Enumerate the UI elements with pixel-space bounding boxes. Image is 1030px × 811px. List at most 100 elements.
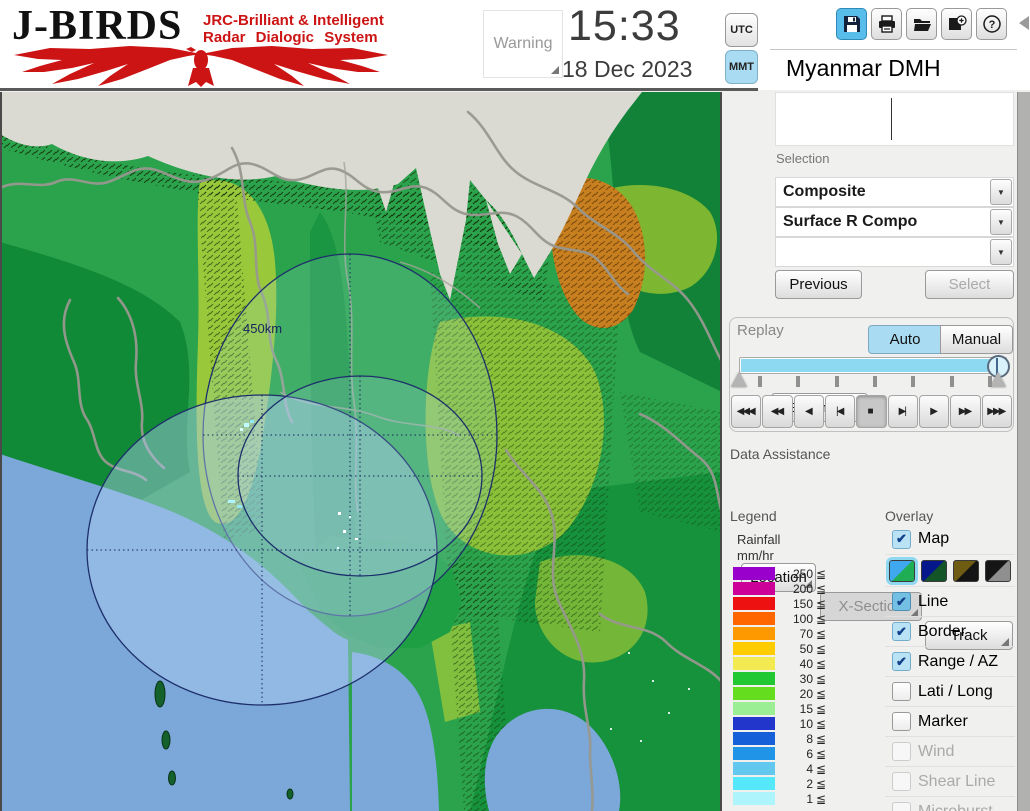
product-dropdown-value: Surface R Compo	[783, 213, 918, 230]
overlay-item-microburst: Microburst	[885, 796, 1015, 811]
legend-lte-symbol: ≦	[816, 746, 827, 761]
jbirds-app: J-BIRDS JRC-Brilliant & Intelligent Rada…	[0, 0, 1030, 811]
legend-row: 8 ≦	[733, 731, 826, 746]
save-icon	[843, 16, 860, 32]
site-info-box	[775, 92, 1014, 146]
legend-row: 200 ≦	[733, 581, 826, 596]
legend-scale: 250 ≦ 200 ≦ 150 ≦ 100 ≦ 70 ≦ 50 ≦ 40 ≦ 30 ≦ 20 ≦ 15 ≦ 10 ≦ 8 ≦ 6…	[733, 566, 826, 806]
step-back-button[interactable]: |◀	[824, 395, 856, 428]
map-style-black-gray[interactable]	[985, 559, 1011, 582]
print-button[interactable]	[871, 8, 902, 40]
legend-lte-symbol: ≦	[816, 716, 827, 731]
overlay-item-border[interactable]: ✔ Border	[885, 616, 1015, 646]
map-style-blue-green[interactable]	[886, 556, 918, 585]
checkbox[interactable]: ✔	[892, 622, 911, 641]
map-style-olive-black[interactable]	[953, 559, 979, 582]
radar-map[interactable]: 450km	[0, 92, 724, 811]
selection-label: Selection	[776, 151, 830, 166]
chevron-down-icon[interactable]: ▼	[990, 179, 1012, 205]
overlay-item-range-az[interactable]: ✔ Range / AZ	[885, 646, 1015, 676]
checkbox	[892, 742, 911, 761]
legend-lte-symbol: ≦	[816, 596, 827, 611]
panel-divider	[770, 49, 1017, 50]
legend-value: 20	[799, 686, 813, 701]
legend-row: 10 ≦	[733, 716, 826, 731]
print-icon	[878, 15, 895, 33]
right-splitter-bar[interactable]	[1017, 92, 1030, 811]
option-dropdown[interactable]: ▼	[775, 237, 1014, 267]
legend-lte-symbol: ≦	[816, 641, 827, 656]
chevron-down-icon[interactable]: ▼	[990, 209, 1012, 235]
checkbox[interactable]: ✔	[892, 529, 911, 549]
site-name: Myanmar DMH	[786, 55, 941, 81]
overlay-item-lati-long[interactable]: Lati / Long	[885, 676, 1015, 706]
legend-value: 1	[806, 791, 813, 806]
legend-lte-symbol: ≦	[816, 686, 827, 701]
chevron-down-icon[interactable]: ▼	[990, 239, 1012, 265]
replay-tick	[911, 376, 916, 387]
legend-lte-symbol: ≦	[816, 701, 827, 716]
help-button[interactable]: ?	[976, 8, 1007, 40]
replay-label: Replay	[737, 322, 784, 339]
replay-tick	[796, 376, 801, 387]
legend-color-swatch	[733, 612, 775, 625]
legend-row: 70 ≦	[733, 626, 826, 641]
select-button[interactable]: Select	[925, 270, 1014, 299]
fast-forward-button[interactable]: ▶▶	[950, 395, 981, 428]
utc-button[interactable]: UTC	[725, 13, 758, 47]
checkbox[interactable]: ✔	[892, 592, 911, 611]
legend-row: 6 ≦	[733, 746, 826, 761]
manual-button[interactable]: Manual	[940, 325, 1013, 354]
play-button[interactable]: ▶	[918, 395, 950, 428]
replay-progress-track[interactable]	[739, 357, 1007, 374]
checkbox[interactable]	[892, 682, 911, 701]
fast-rewind-button[interactable]: ◀◀	[762, 395, 793, 428]
legend-color-swatch	[733, 627, 775, 640]
jump-start-button[interactable]: ◀◀◀	[731, 395, 762, 428]
legend-value: 200	[792, 581, 813, 596]
legend-value: 15	[799, 701, 813, 716]
overlay-item-marker[interactable]: Marker	[885, 706, 1015, 736]
legend-lte-symbol: ≦	[816, 626, 827, 641]
replay-start-marker-icon[interactable]	[731, 372, 747, 387]
overlay-item-label: Map	[918, 530, 950, 547]
legend-lte-symbol: ≦	[816, 656, 827, 671]
jump-end-button[interactable]: ▶▶▶	[981, 395, 1012, 428]
replay-end-marker-icon[interactable]	[990, 372, 1006, 387]
overlay-item-label: Lati / Long	[918, 682, 993, 700]
panel-collapse-arrow-icon[interactable]	[1019, 16, 1029, 30]
stop-button[interactable]: ■	[856, 395, 887, 428]
legend-color-swatch	[733, 747, 775, 760]
map-style-navy-darkgreen[interactable]	[921, 559, 947, 582]
play-reverse-button[interactable]: ◀	[793, 395, 824, 428]
clock-time: 15:33	[568, 2, 681, 50]
product-dropdown[interactable]: Surface R Compo ▼	[775, 207, 1014, 237]
previous-button[interactable]: Previous	[775, 270, 862, 299]
composite-dropdown[interactable]: Composite ▼	[775, 177, 1014, 207]
legend-value: 8	[806, 731, 813, 746]
legend-color-swatch	[733, 792, 775, 805]
legend-row: 30 ≦	[733, 671, 826, 686]
legend-row: 15 ≦	[733, 701, 826, 716]
mmt-button[interactable]: MMT	[725, 50, 758, 84]
legend-row: 20 ≦	[733, 686, 826, 701]
overlay-item-line[interactable]: ✔ Line	[885, 586, 1015, 616]
warning-button[interactable]: Warning	[483, 10, 563, 78]
step-forward-button[interactable]: ▶|	[887, 395, 918, 428]
legend-value: 250	[792, 566, 813, 581]
legend-value: 30	[799, 671, 813, 686]
overlay-item-map[interactable]: ✔ Map	[885, 524, 1015, 554]
add-image-button[interactable]	[941, 8, 972, 40]
save-button[interactable]	[836, 8, 867, 40]
open-folder-icon	[913, 19, 931, 31]
open-folder-button[interactable]	[906, 8, 937, 40]
svg-text:?: ?	[988, 19, 995, 31]
checkbox[interactable]: ✔	[892, 652, 911, 671]
auto-button[interactable]: Auto	[868, 325, 942, 354]
playback-controls: ◀◀◀ ◀◀ ◀ |◀ ■ ▶| ▶ ▶▶ ▶▶▶	[731, 395, 1012, 428]
overlay-item-shear-line: Shear Line	[885, 766, 1015, 796]
clock-date: 18 Dec 2023	[562, 56, 693, 82]
legend-row: 100 ≦	[733, 611, 826, 626]
range-ring-label: 450km	[243, 321, 282, 336]
checkbox[interactable]	[892, 712, 911, 731]
